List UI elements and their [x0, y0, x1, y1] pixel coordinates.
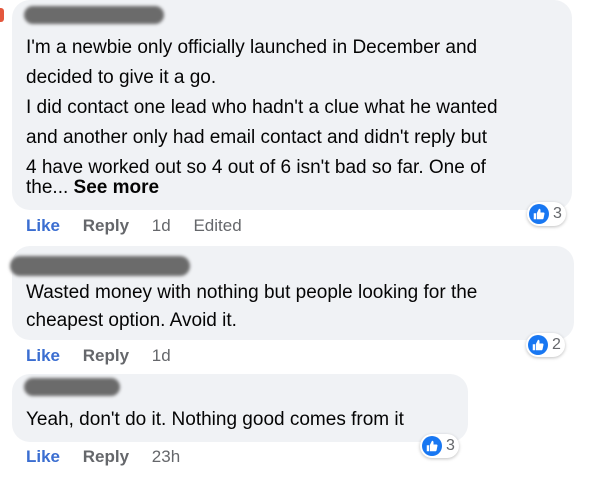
comment-text-line: and another only had email contact and d… [26, 127, 487, 148]
comment-text-line: Wasted money with nothing but people loo… [26, 282, 478, 303]
like-thumb-icon [528, 335, 548, 355]
see-more-link[interactable]: See more [74, 177, 160, 198]
reaction-summary[interactable]: 2 [526, 333, 565, 357]
author-name-redacted[interactable] [24, 6, 164, 24]
edited-label: Edited [193, 216, 242, 235]
like-button[interactable]: Like [26, 346, 60, 365]
like-button[interactable]: Like [26, 216, 60, 235]
comment-text-line: I did contact one lead who hadn't a clue… [26, 97, 498, 118]
comment-text-last-line: the... See more [26, 173, 159, 203]
reply-button[interactable]: Reply [83, 346, 129, 365]
timestamp-link[interactable]: 1d [152, 346, 171, 365]
timestamp-link[interactable]: 1d [152, 216, 171, 235]
comment-text-line: cheapest option. Avoid it. [26, 310, 237, 331]
comment-text-line: the... [26, 177, 69, 198]
author-name-redacted[interactable] [24, 378, 120, 396]
reaction-summary[interactable]: 3 [420, 434, 459, 458]
timestamp-link[interactable]: 23h [152, 447, 180, 466]
like-button[interactable]: Like [26, 447, 60, 466]
comment-actions: Like Reply 23h [26, 447, 180, 467]
comment-text-line: decided to give it a go. [26, 67, 217, 88]
comment-text-line: I'm a newbie only officially launched in… [26, 37, 478, 58]
reaction-count: 3 [553, 205, 562, 222]
reply-button[interactable]: Reply [83, 216, 129, 235]
reply-button[interactable]: Reply [83, 447, 129, 466]
avatar-edge[interactable] [0, 8, 4, 22]
reaction-count: 2 [552, 336, 561, 353]
like-thumb-icon [422, 436, 442, 456]
reaction-count: 3 [446, 437, 455, 454]
comment-actions: Like Reply 1d [26, 346, 171, 366]
comment-actions: Like Reply 1d Edited [26, 216, 242, 236]
reaction-summary[interactable]: 3 [527, 202, 566, 226]
comment-text-line: Yeah, don't do it. Nothing good comes fr… [26, 409, 404, 430]
like-thumb-icon [529, 204, 549, 224]
author-name-redacted[interactable] [10, 256, 190, 276]
